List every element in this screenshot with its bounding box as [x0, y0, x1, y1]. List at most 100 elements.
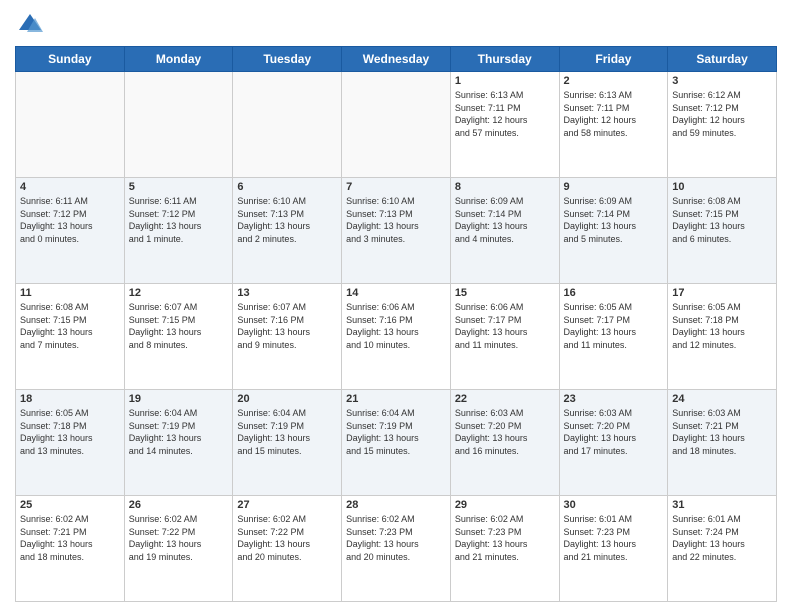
day-cell-26: 26 Sunrise: 6:02 AMSunset: 7:22 PMDayligh…	[124, 496, 233, 602]
day-info: Sunrise: 6:02 AMSunset: 7:21 PMDaylight:…	[20, 513, 120, 563]
day-cell-25: 25 Sunrise: 6:02 AMSunset: 7:21 PMDayligh…	[16, 496, 125, 602]
day-info: Sunrise: 6:11 AMSunset: 7:12 PMDaylight:…	[129, 195, 229, 245]
day-cell-19: 19 Sunrise: 6:04 AMSunset: 7:19 PMDayligh…	[124, 390, 233, 496]
day-info: Sunrise: 6:02 AMSunset: 7:22 PMDaylight:…	[237, 513, 337, 563]
day-cell-21: 21 Sunrise: 6:04 AMSunset: 7:19 PMDayligh…	[342, 390, 451, 496]
day-cell-4: 4 Sunrise: 6:11 AMSunset: 7:12 PMDaylight…	[16, 178, 125, 284]
day-info: Sunrise: 6:12 AMSunset: 7:12 PMDaylight:…	[672, 89, 772, 139]
day-cell-2: 2 Sunrise: 6:13 AMSunset: 7:11 PMDaylight…	[559, 72, 668, 178]
day-number: 12	[129, 287, 229, 299]
day-number: 2	[564, 75, 664, 87]
week-row-5: 25 Sunrise: 6:02 AMSunset: 7:21 PMDayligh…	[16, 496, 777, 602]
day-number: 15	[455, 287, 555, 299]
day-cell-9: 9Sunrise: 6:09 AMSunset: 7:14 PMDaylight…	[559, 178, 668, 284]
day-info: Sunrise: 6:03 AMSunset: 7:20 PMDaylight:…	[564, 407, 664, 457]
day-info: Sunrise: 6:04 AMSunset: 7:19 PMDaylight:…	[237, 407, 337, 457]
day-number: 21	[346, 393, 446, 405]
day-cell-14: 14 Sunrise: 6:06 AMSunset: 7:16 PMDayligh…	[342, 284, 451, 390]
day-cell-23: 23 Sunrise: 6:03 AMSunset: 7:20 PMDayligh…	[559, 390, 668, 496]
day-cell-12: 12 Sunrise: 6:07 AMSunset: 7:15 PMDayligh…	[124, 284, 233, 390]
day-number: 4	[20, 181, 120, 193]
day-info: Sunrise: 6:01 AMSunset: 7:24 PMDaylight:…	[672, 513, 772, 563]
empty-cell	[16, 72, 125, 178]
day-cell-7: 7Sunrise: 6:10 AMSunset: 7:13 PMDaylight…	[342, 178, 451, 284]
day-cell-29: 29 Sunrise: 6:02 AMSunset: 7:23 PMDayligh…	[450, 496, 559, 602]
weekday-header-saturday: Saturday	[668, 47, 777, 72]
day-info: Sunrise: 6:04 AMSunset: 7:19 PMDaylight:…	[129, 407, 229, 457]
day-info: Sunrise: 6:10 AMSunset: 7:13 PMDaylight:…	[237, 195, 337, 245]
day-info: Sunrise: 6:01 AMSunset: 7:23 PMDaylight:…	[564, 513, 664, 563]
day-info: Sunrise: 6:03 AMSunset: 7:21 PMDaylight:…	[672, 407, 772, 457]
day-cell-16: 16Sunrise: 6:05 AMSunset: 7:17 PMDayligh…	[559, 284, 668, 390]
day-number: 19	[129, 393, 229, 405]
week-row-1: 1Sunrise: 6:13 AMSunset: 7:11 PMDaylight…	[16, 72, 777, 178]
day-number: 22	[455, 393, 555, 405]
day-cell-30: 30 Sunrise: 6:01 AMSunset: 7:23 PMDayligh…	[559, 496, 668, 602]
day-info: Sunrise: 6:07 AMSunset: 7:15 PMDaylight:…	[129, 301, 229, 351]
day-number: 28	[346, 499, 446, 511]
weekday-header-thursday: Thursday	[450, 47, 559, 72]
day-info: Sunrise: 6:09 AMSunset: 7:14 PMDaylight:…	[564, 195, 664, 245]
day-number: 17	[672, 287, 772, 299]
logo-icon	[15, 10, 45, 40]
day-number: 14	[346, 287, 446, 299]
empty-cell	[342, 72, 451, 178]
day-cell-18: 18 Sunrise: 6:05 AMSunset: 7:18 PMDayligh…	[16, 390, 125, 496]
day-cell-28: 28 Sunrise: 6:02 AMSunset: 7:23 PMDayligh…	[342, 496, 451, 602]
day-info: Sunrise: 6:07 AMSunset: 7:16 PMDaylight:…	[237, 301, 337, 351]
day-info: Sunrise: 6:03 AMSunset: 7:20 PMDaylight:…	[455, 407, 555, 457]
day-cell-31: 31Sunrise: 6:01 AMSunset: 7:24 PMDayligh…	[668, 496, 777, 602]
weekday-header-tuesday: Tuesday	[233, 47, 342, 72]
day-info: Sunrise: 6:08 AMSunset: 7:15 PMDaylight:…	[672, 195, 772, 245]
day-info: Sunrise: 6:05 AMSunset: 7:18 PMDaylight:…	[672, 301, 772, 351]
day-info: Sunrise: 6:02 AMSunset: 7:23 PMDaylight:…	[455, 513, 555, 563]
day-info: Sunrise: 6:11 AMSunset: 7:12 PMDaylight:…	[20, 195, 120, 245]
day-number: 25	[20, 499, 120, 511]
day-info: Sunrise: 6:05 AMSunset: 7:18 PMDaylight:…	[20, 407, 120, 457]
day-cell-8: 8Sunrise: 6:09 AMSunset: 7:14 PMDaylight…	[450, 178, 559, 284]
day-cell-13: 13 Sunrise: 6:07 AMSunset: 7:16 PMDayligh…	[233, 284, 342, 390]
day-number: 24	[672, 393, 772, 405]
weekday-header-friday: Friday	[559, 47, 668, 72]
day-cell-24: 24 Sunrise: 6:03 AMSunset: 7:21 PMDayligh…	[668, 390, 777, 496]
day-info: Sunrise: 6:08 AMSunset: 7:15 PMDaylight:…	[20, 301, 120, 351]
day-info: Sunrise: 6:13 AMSunset: 7:11 PMDaylight:…	[564, 89, 664, 139]
day-number: 29	[455, 499, 555, 511]
day-info: Sunrise: 6:02 AMSunset: 7:22 PMDaylight:…	[129, 513, 229, 563]
day-cell-17: 17 Sunrise: 6:05 AMSunset: 7:18 PMDayligh…	[668, 284, 777, 390]
weekday-header-sunday: Sunday	[16, 47, 125, 72]
day-cell-1: 1Sunrise: 6:13 AMSunset: 7:11 PMDaylight…	[450, 72, 559, 178]
empty-cell	[233, 72, 342, 178]
day-number: 13	[237, 287, 337, 299]
day-number: 5	[129, 181, 229, 193]
day-number: 26	[129, 499, 229, 511]
day-number: 3	[672, 75, 772, 87]
weekday-header-monday: Monday	[124, 47, 233, 72]
day-number: 23	[564, 393, 664, 405]
day-number: 30	[564, 499, 664, 511]
weekday-header-wednesday: Wednesday	[342, 47, 451, 72]
week-row-2: 4 Sunrise: 6:11 AMSunset: 7:12 PMDaylight…	[16, 178, 777, 284]
page: SundayMondayTuesdayWednesdayThursdayFrid…	[0, 0, 792, 612]
day-info: Sunrise: 6:04 AMSunset: 7:19 PMDaylight:…	[346, 407, 446, 457]
day-number: 18	[20, 393, 120, 405]
week-row-3: 11 Sunrise: 6:08 AMSunset: 7:15 PMDayligh…	[16, 284, 777, 390]
day-number: 11	[20, 287, 120, 299]
day-cell-20: 20 Sunrise: 6:04 AMSunset: 7:19 PMDayligh…	[233, 390, 342, 496]
day-info: Sunrise: 6:09 AMSunset: 7:14 PMDaylight:…	[455, 195, 555, 245]
day-info: Sunrise: 6:02 AMSunset: 7:23 PMDaylight:…	[346, 513, 446, 563]
day-number: 10	[672, 181, 772, 193]
day-number: 7	[346, 181, 446, 193]
week-row-4: 18 Sunrise: 6:05 AMSunset: 7:18 PMDayligh…	[16, 390, 777, 496]
day-number: 6	[237, 181, 337, 193]
day-cell-10: 10 Sunrise: 6:08 AMSunset: 7:15 PMDayligh…	[668, 178, 777, 284]
day-info: Sunrise: 6:06 AMSunset: 7:16 PMDaylight:…	[346, 301, 446, 351]
calendar-table: SundayMondayTuesdayWednesdayThursdayFrid…	[15, 46, 777, 602]
day-cell-27: 27Sunrise: 6:02 AMSunset: 7:22 PMDayligh…	[233, 496, 342, 602]
header	[15, 10, 777, 40]
day-info: Sunrise: 6:05 AMSunset: 7:17 PMDaylight:…	[564, 301, 664, 351]
empty-cell	[124, 72, 233, 178]
day-info: Sunrise: 6:13 AMSunset: 7:11 PMDaylight:…	[455, 89, 555, 139]
day-number: 20	[237, 393, 337, 405]
day-cell-5: 5 Sunrise: 6:11 AMSunset: 7:12 PMDaylight…	[124, 178, 233, 284]
